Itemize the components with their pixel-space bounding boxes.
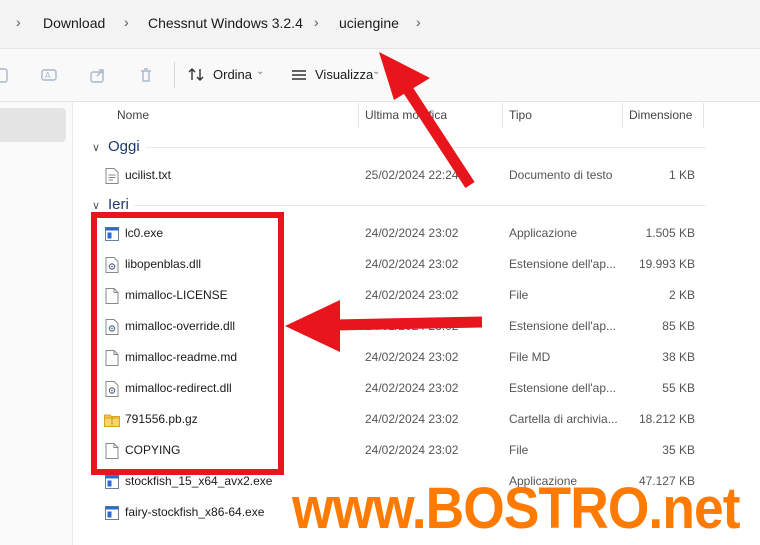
arrow-to-files-icon	[285, 300, 483, 352]
watermark-logo: www.BOSTRO.net	[292, 476, 741, 541]
arrow-to-breadcrumb-icon	[379, 52, 475, 189]
annotation-arrows	[285, 52, 483, 352]
